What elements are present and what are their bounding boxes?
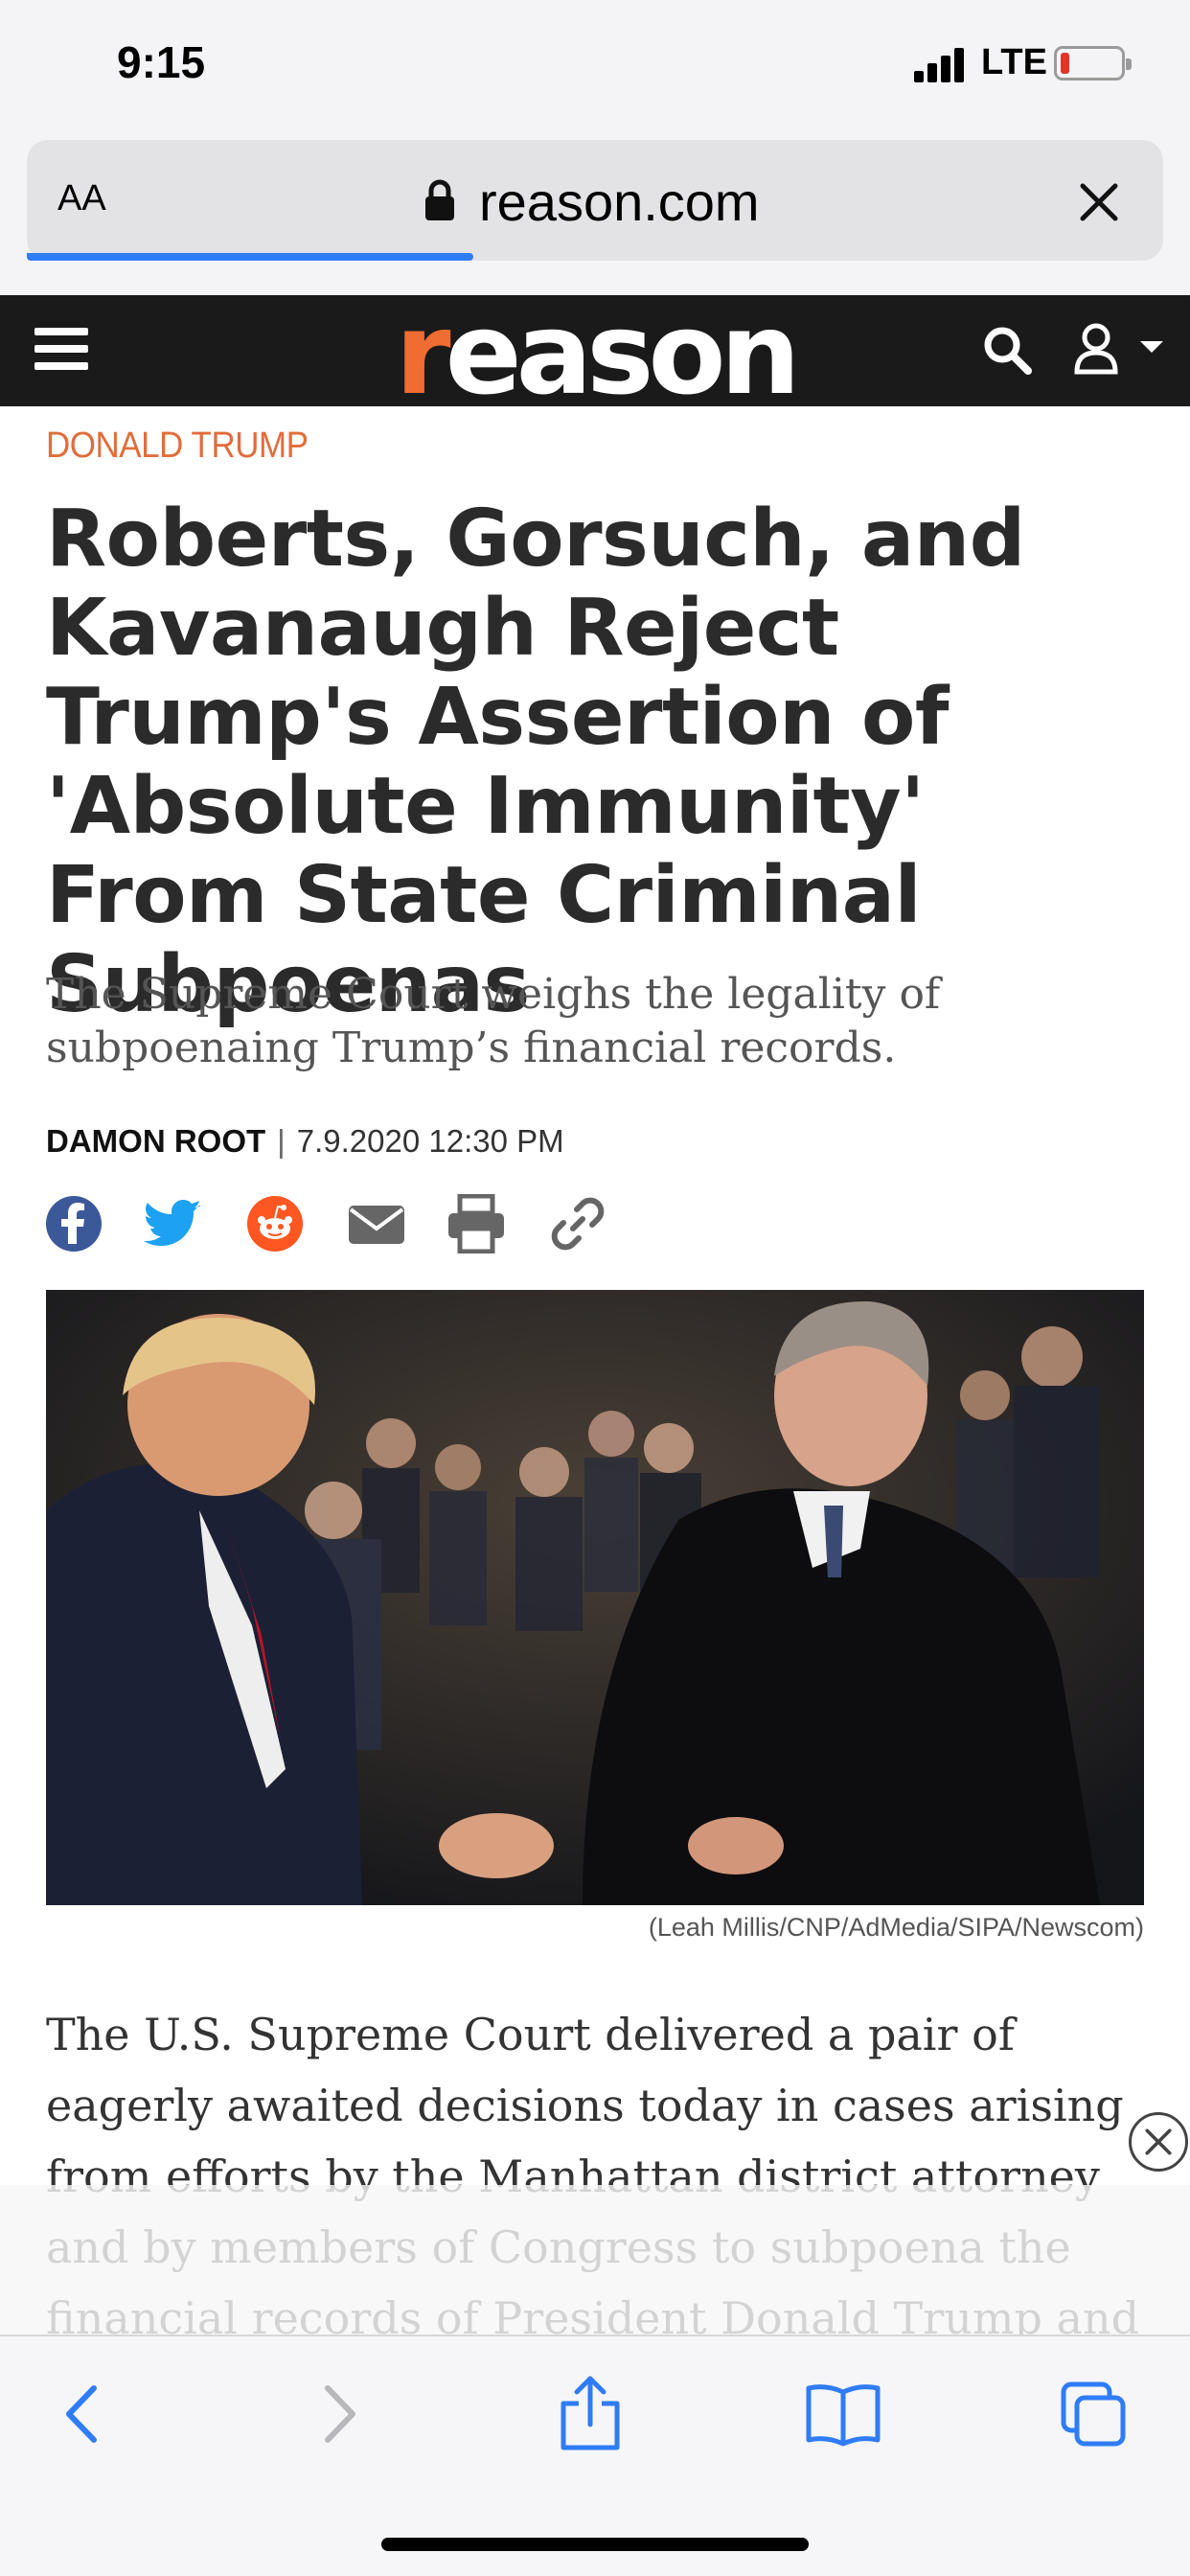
reader-view-label: AA: [57, 178, 106, 218]
article-photo: [46, 1290, 1144, 1905]
network-label: LTE: [981, 42, 1047, 82]
article-section[interactable]: DONALD TRUMP: [46, 426, 309, 467]
tabs-icon[interactable]: [1060, 2380, 1127, 2448]
twitter-icon[interactable]: [144, 1194, 203, 1254]
link-icon[interactable]: [548, 1194, 607, 1254]
signal-icon: [914, 48, 968, 82]
logo-text: eason: [445, 288, 801, 420]
photo-illustration: [46, 1290, 1144, 1905]
battery-icon: [1054, 46, 1132, 80]
photo-credit: (Leah Millis/CNP/AdMedia/SIPA/Newscom): [648, 1913, 1144, 1942]
ad-close-icon[interactable]: [1129, 2112, 1188, 2172]
page-load-progress: [27, 253, 473, 261]
bookmarks-icon[interactable]: [805, 2380, 881, 2448]
url-text[interactable]: reason.com: [479, 171, 760, 233]
forward-icon[interactable]: [305, 2380, 372, 2448]
search-icon[interactable]: [981, 324, 1033, 376]
email-icon[interactable]: [347, 1194, 406, 1254]
publish-date: 7.9.2020 12:30 PM: [296, 1123, 564, 1159]
byline: DAMON ROOT | 7.9.2020 12:30 PM: [46, 1123, 564, 1160]
ad-overlay: [0, 2185, 1190, 2338]
reader-view-button[interactable]: AA: [57, 178, 106, 219]
facebook-icon[interactable]: [44, 1194, 103, 1254]
user-icon[interactable]: [1073, 322, 1169, 376]
byline-separator: |: [277, 1123, 286, 1159]
print-icon[interactable]: [446, 1194, 506, 1254]
close-icon[interactable]: [1075, 178, 1123, 226]
share-icon[interactable]: [556, 2375, 625, 2451]
caret-down-icon: [1140, 341, 1163, 353]
lock-icon: [425, 179, 454, 220]
author-link[interactable]: DAMON ROOT: [46, 1123, 265, 1159]
article-dek: The Supreme Court weighs the legality of…: [46, 970, 941, 1072]
article-headline: Roberts, Gorsuch, and Kavanaugh Reject T…: [46, 494, 1025, 1030]
logo-accent-letter: r: [395, 288, 450, 420]
home-indicator[interactable]: [381, 2538, 809, 2551]
back-icon[interactable]: [50, 2380, 117, 2448]
reddit-icon[interactable]: [245, 1194, 305, 1254]
status-time: 9:15: [117, 37, 206, 87]
